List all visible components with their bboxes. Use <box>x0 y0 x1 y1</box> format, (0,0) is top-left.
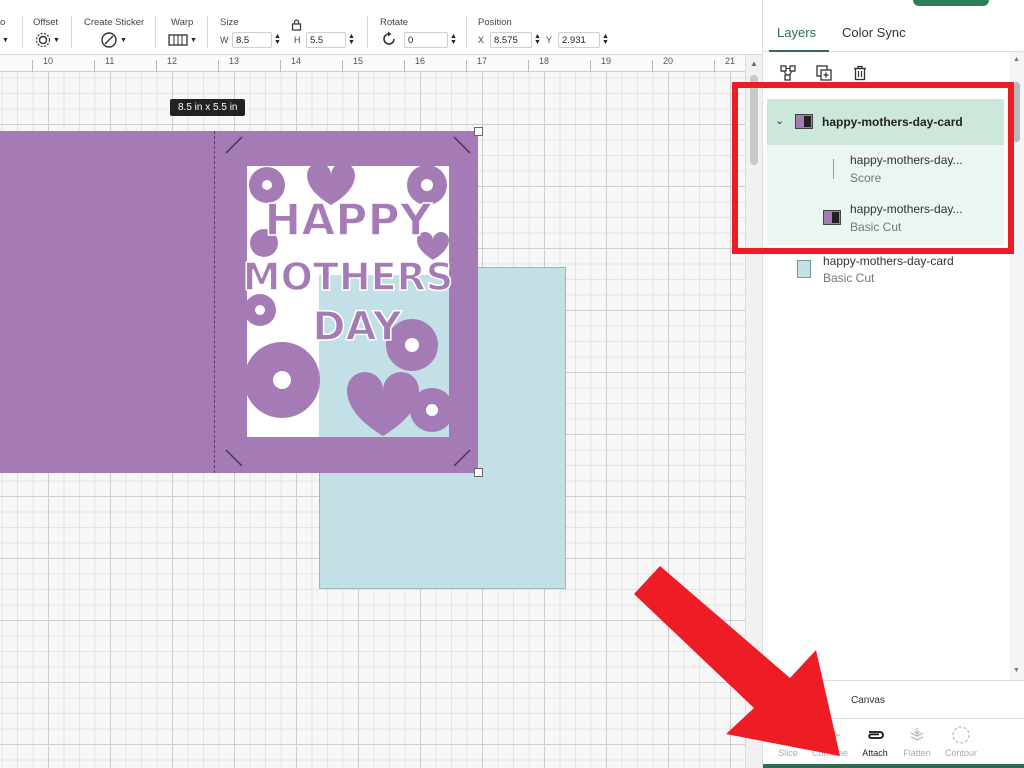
card-cutout-design[interactable]: HAPPY MOTHERS DAY <box>222 135 474 468</box>
red-highlight-box <box>732 82 1014 254</box>
ruler-tick-mark <box>590 60 591 72</box>
size-tooltip: 8.5 in x 5.5 in <box>170 99 246 116</box>
ruler-tick-mark <box>714 60 715 72</box>
layer-thumbnail <box>797 260 811 278</box>
ruler-tick-mark <box>156 60 157 72</box>
rotate-field[interactable]: 0 ▲ ▼ <box>404 32 457 48</box>
ruler-tick-mark <box>32 60 33 72</box>
scroll-up-icon[interactable]: ▲ <box>750 59 758 68</box>
card-text-happy: HAPPY <box>264 195 432 246</box>
card-text-mothers: MOTHERS <box>243 255 453 299</box>
active-tab-indicator <box>769 50 829 52</box>
ruler-tick: 15 <box>353 56 364 66</box>
tab-color-sync[interactable]: Color Sync <box>842 25 906 40</box>
height-input[interactable]: 5.5 <box>306 32 346 48</box>
toolbar-divider <box>207 16 208 48</box>
width-stepper-icon[interactable]: ▲ ▼ <box>274 33 281 46</box>
toolbar-divider <box>22 16 23 48</box>
ruler-tick: 13 <box>229 56 240 66</box>
y-position-input[interactable]: 2.931 <box>558 32 600 48</box>
scroll-up-icon[interactable]: ▲ <box>1013 56 1020 63</box>
toolbar-divider <box>155 16 156 48</box>
flatten-label: Flatten <box>903 748 931 758</box>
width-field[interactable]: W 8.5 ▲ ▼ <box>220 32 281 48</box>
x-position-field[interactable]: X 8.575 ▲ ▼ <box>478 32 541 48</box>
ruler-tick-mark <box>342 60 343 72</box>
ruler-tick: 12 <box>167 56 178 66</box>
ruler-tick: 20 <box>663 56 674 66</box>
toolbar-divider <box>466 16 467 48</box>
position-label: Position <box>478 17 512 28</box>
flatten-button[interactable]: Flatten <box>895 725 939 758</box>
ruler-tick: 11 <box>105 56 115 66</box>
x-position-input[interactable]: 8.575 <box>490 32 532 48</box>
ruler-tick-mark <box>528 60 529 72</box>
ruler-tick: 19 <box>601 56 612 66</box>
ruler-tick: 21 <box>725 56 736 66</box>
ruler-tick-mark <box>466 60 467 72</box>
horizontal-ruler: 10 11 12 13 14 15 16 17 18 19 20 21 <box>0 55 745 72</box>
layer-row-blue-card[interactable]: happy-mothers-day-card Basic Cut <box>767 248 1004 296</box>
chevron-down-icon: ▼ <box>2 36 9 44</box>
layer-operation: Basic Cut <box>823 271 875 285</box>
y-stepper-icon[interactable]: ▲ ▼ <box>602 33 609 46</box>
y-label: Y <box>546 35 553 45</box>
offset-icon: ▼ <box>35 31 60 49</box>
sticker-icon: ▼ <box>100 31 127 49</box>
red-arrow-annotation <box>634 566 840 756</box>
card-text-day: DAY <box>312 304 402 350</box>
resize-handle[interactable] <box>474 468 483 477</box>
edit-toolbar: o ▼ Offset ▼ Create Sticker ▼ Warp ▼ Siz… <box>0 0 762 55</box>
ruler-tick-mark <box>404 60 405 72</box>
height-stepper-icon[interactable]: ▲ ▼ <box>348 33 355 46</box>
toolbar-divider <box>367 16 368 48</box>
width-input[interactable]: 8.5 <box>232 32 272 48</box>
layer-name: happy-mothers-day-card <box>823 254 954 268</box>
x-label: X <box>478 35 485 45</box>
ruler-tick-mark <box>280 60 281 72</box>
contour-label: Contour <box>944 748 978 758</box>
rotate-icon <box>381 31 397 52</box>
ruler-tick: 17 <box>477 56 488 66</box>
partial-tool[interactable]: o ▼ <box>0 0 18 55</box>
size-label: Size <box>220 17 239 28</box>
y-position-field[interactable]: Y 2.931 ▲ ▼ <box>546 32 609 48</box>
rotate-input[interactable]: 0 <box>404 32 448 48</box>
position-group: Position X 8.575 ▲ ▼ Y 2.931 ▲ ▼ <box>478 0 618 55</box>
rotate-stepper-icon[interactable]: ▲ ▼ <box>450 33 457 46</box>
warp-icon: ▼ <box>168 31 197 49</box>
warp-tool[interactable]: Warp ▼ <box>168 0 200 55</box>
size-group: Size W 8.5 ▲ ▼ H 5.5 ▲ ▼ <box>220 0 360 55</box>
offset-tool[interactable]: Offset ▼ <box>33 0 68 55</box>
create-sticker-label: Create Sticker <box>84 17 145 28</box>
height-field[interactable]: H 5.5 ▲ ▼ <box>294 32 355 48</box>
partial-tool-label: o <box>0 17 6 28</box>
rotate-label: Rotate <box>380 17 408 28</box>
tab-layers[interactable]: Layers <box>777 25 816 40</box>
ruler-tick: 14 <box>291 56 302 66</box>
contour-icon <box>939 725 983 745</box>
ruler-tick-mark <box>652 60 653 72</box>
ruler-tick-mark <box>94 60 95 72</box>
ruler-tick: 10 <box>43 56 54 66</box>
make-it-button[interactable] <box>913 0 989 6</box>
offset-label: Offset <box>33 17 59 28</box>
ruler-tick-mark <box>218 60 219 72</box>
score-line <box>214 131 215 473</box>
rotate-group: Rotate 0 ▲ ▼ <box>380 0 460 55</box>
cutout-artwork: HAPPY MOTHERS DAY <box>225 136 471 467</box>
warp-label: Warp <box>171 17 194 28</box>
panel-bottom-bar <box>763 764 1024 768</box>
flatten-icon <box>895 725 939 745</box>
contour-button[interactable]: Contour <box>939 725 983 758</box>
ruler-tick: 16 <box>415 56 426 66</box>
height-label: H <box>294 35 301 45</box>
toolbar-divider <box>71 16 72 48</box>
ruler-tick: 18 <box>539 56 550 66</box>
width-label: W <box>220 35 229 45</box>
create-sticker-tool[interactable]: Create Sticker ▼ <box>84 0 148 55</box>
x-stepper-icon[interactable]: ▲ ▼ <box>534 33 541 46</box>
resize-handle[interactable] <box>474 127 483 136</box>
panel-tabs: Layers Color Sync <box>763 14 1024 52</box>
